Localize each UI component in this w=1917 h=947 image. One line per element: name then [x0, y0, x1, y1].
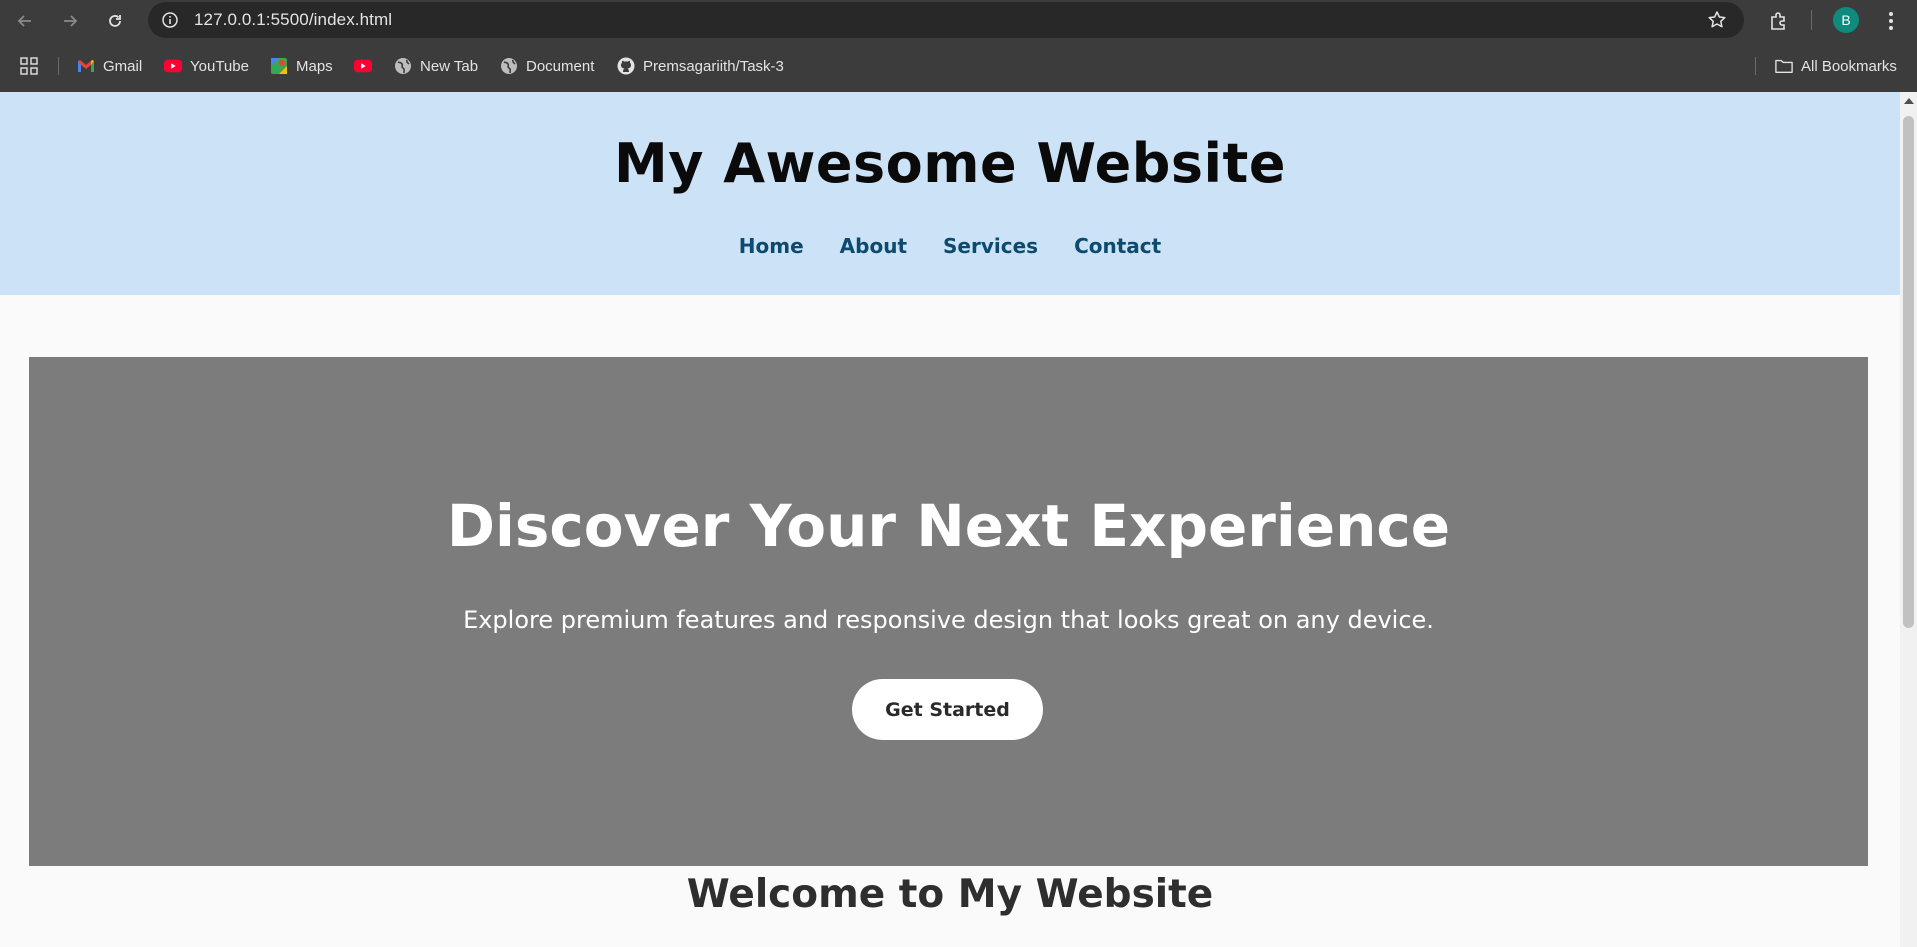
bookmark-label: YouTube	[190, 57, 249, 75]
hero-section: Discover Your Next Experience Explore pr…	[29, 357, 1868, 866]
bookmark-label: Document	[526, 57, 595, 75]
address-bar[interactable]: 127.0.0.1:5500/index.html	[148, 2, 1744, 38]
apps-grid-icon	[20, 57, 38, 75]
folder-icon	[1775, 57, 1793, 75]
bookmarks-divider	[1755, 57, 1756, 75]
bookmark-youtube[interactable]: YouTube	[164, 55, 249, 77]
forward-button[interactable]	[57, 8, 83, 34]
bookmarks-bar: Gmail YouTube Maps New Tab Document Prem…	[0, 41, 1917, 93]
arrow-right-icon	[64, 15, 78, 27]
bookmark-new-tab[interactable]: New Tab	[394, 55, 478, 77]
site-nav: Home About Services Contact	[0, 234, 1900, 258]
bookmark-star-icon[interactable]	[1706, 9, 1728, 31]
back-button[interactable]	[12, 8, 38, 34]
scrollbar-thumb[interactable]	[1903, 116, 1914, 628]
bookmark-label: Maps	[296, 57, 333, 75]
all-bookmarks-label: All Bookmarks	[1801, 57, 1897, 75]
github-icon	[617, 57, 635, 75]
site-info-icon[interactable]	[160, 10, 180, 30]
page-scrollbar[interactable]	[1900, 92, 1917, 947]
bookmarks-divider	[58, 57, 59, 75]
reload-button[interactable]	[102, 8, 128, 34]
get-started-button[interactable]: Get Started	[852, 679, 1043, 740]
hero-title: Discover Your Next Experience	[446, 492, 1451, 560]
hero-subtitle: Explore premium features and responsive …	[463, 606, 1434, 634]
nav-link-services[interactable]: Services	[943, 234, 1038, 258]
profile-avatar[interactable]: B	[1833, 7, 1859, 33]
browser-toolbar: 127.0.0.1:5500/index.html B	[0, 0, 1917, 41]
scroll-up-arrow-icon[interactable]	[1904, 98, 1914, 104]
site-title: My Awesome Website	[614, 132, 1286, 195]
toolbar-divider	[1811, 10, 1812, 30]
nav-link-contact[interactable]: Contact	[1074, 234, 1161, 258]
globe-icon	[394, 57, 412, 75]
page-viewport: My Awesome Website Home About Services C…	[0, 92, 1900, 947]
apps-button[interactable]	[20, 55, 38, 77]
menu-button[interactable]	[1877, 7, 1905, 35]
bookmark-gmail[interactable]: Gmail	[77, 55, 142, 77]
bookmark-youtube-2[interactable]	[354, 55, 380, 77]
reload-icon	[109, 15, 121, 27]
site-header: My Awesome Website Home About Services C…	[0, 92, 1900, 295]
bookmark-github[interactable]: Premsagariith/Task-3	[617, 55, 784, 77]
arrow-left-icon	[17, 15, 31, 27]
bookmark-document[interactable]: Document	[500, 55, 594, 77]
all-bookmarks-button[interactable]: All Bookmarks	[1775, 55, 1897, 77]
bookmark-label: Premsagariith/Task-3	[643, 57, 784, 75]
bookmark-label: New Tab	[420, 57, 479, 75]
globe-icon	[500, 57, 518, 75]
kebab-menu-icon	[1889, 12, 1893, 30]
nav-link-home[interactable]: Home	[739, 234, 804, 258]
gmail-icon	[77, 57, 95, 75]
welcome-heading: Welcome to My Website	[686, 872, 1214, 917]
youtube-icon	[354, 57, 372, 75]
youtube-icon	[164, 57, 182, 75]
url-text[interactable]: 127.0.0.1:5500/index.html	[194, 10, 392, 30]
maps-icon	[270, 57, 288, 75]
bookmark-label: Gmail	[103, 57, 143, 75]
extensions-button[interactable]	[1765, 7, 1793, 35]
nav-link-about[interactable]: About	[840, 234, 907, 258]
bookmark-maps[interactable]: Maps	[270, 55, 333, 77]
puzzle-icon	[1771, 12, 1785, 30]
